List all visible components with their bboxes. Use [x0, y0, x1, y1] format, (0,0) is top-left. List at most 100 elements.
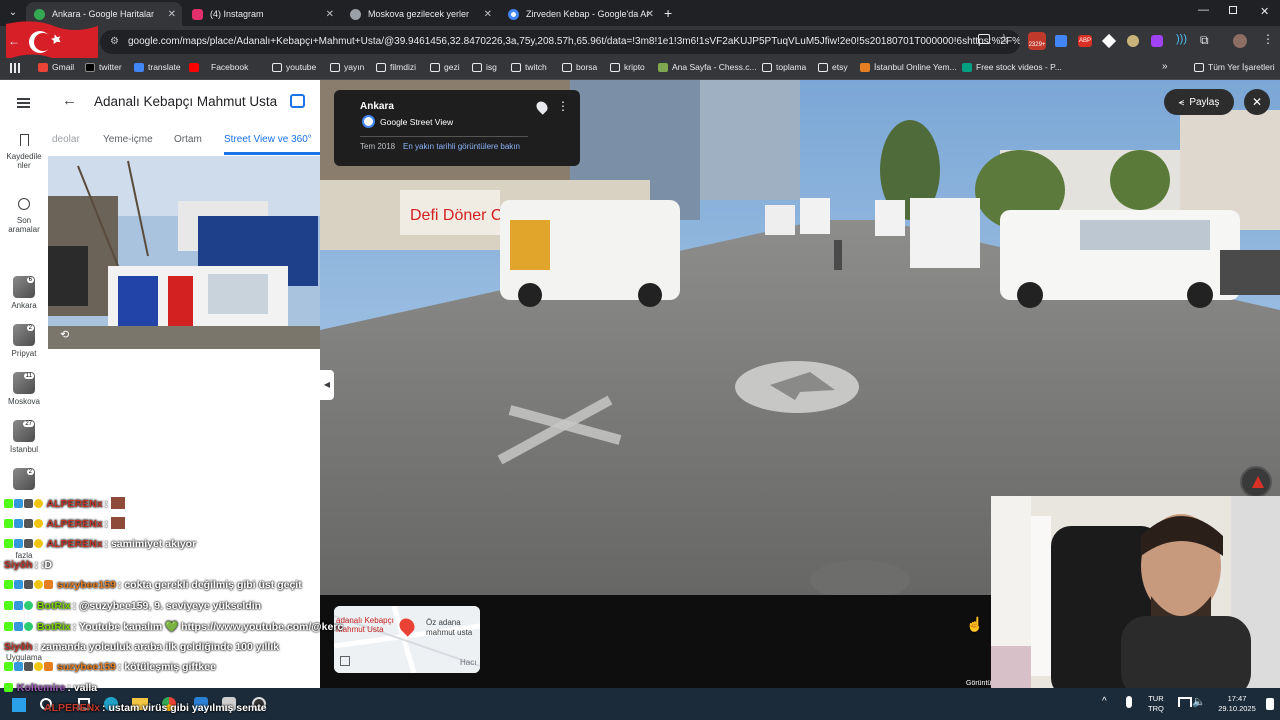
chat-message: Siyôh: zamanda yolculuk araba ilk geldiğ…: [4, 641, 280, 653]
close-icon[interactable]: ✕: [168, 9, 176, 20]
maximize-icon[interactable]: [1229, 6, 1237, 14]
bookmark-toplama[interactable]: toplama: [762, 62, 806, 72]
bookmark-twitter[interactable]: twitter: [85, 62, 122, 72]
browser-tab-bar: ⌄ Ankara - Google Haritalar ✕ (4) Instag…: [0, 0, 1280, 26]
mini-map[interactable]: adanalı Kebapçı Mahmut Usta Öz adana mah…: [334, 606, 480, 673]
chevron-up-icon[interactable]: ^: [1102, 696, 1107, 707]
tab-moskova[interactable]: Moskova gezilecek yerler ✕: [342, 2, 498, 26]
tab-instagram[interactable]: (4) Instagram ✕: [184, 2, 340, 26]
pripyat-thumbnail: 2: [13, 324, 35, 346]
fork-icon: [860, 62, 870, 72]
rail-recent[interactable]: Son aramalar: [0, 198, 48, 234]
collapse-panel-button[interactable]: ◀: [320, 370, 334, 400]
owl-ext-icon[interactable]: [1127, 35, 1139, 47]
more-options-icon[interactable]: ⋮: [557, 99, 569, 113]
puzzle-icon[interactable]: ⧉: [1200, 33, 1209, 48]
folder-icon: [330, 62, 340, 72]
bookmark-star-icon[interactable]: ☆: [998, 31, 1010, 47]
bookmark-pexels[interactable]: Free stock videos - P...: [962, 62, 1062, 72]
bookmark-borsa[interactable]: borsa: [562, 62, 597, 72]
folder-icon: [472, 62, 482, 72]
folder-icon: [511, 62, 521, 72]
chat-message: ALPERENx: ustam virüs gibi yayılmış semt…: [44, 702, 267, 714]
network-icon[interactable]: [1178, 697, 1192, 707]
bookmark-gezi[interactable]: gezi: [430, 62, 460, 72]
tab-videos[interactable]: deolar: [52, 134, 80, 145]
url-field[interactable]: ⚙ google.com/maps/place/Adanalı+Kebapçı+…: [100, 30, 1020, 54]
purple-ext-icon[interactable]: [1151, 35, 1163, 47]
profile-avatar[interactable]: [1233, 34, 1247, 48]
pexels-icon: [962, 62, 972, 72]
chevron-right-icon[interactable]: »: [1162, 61, 1168, 72]
rail-ankara[interactable]: 6 Ankara: [0, 276, 48, 310]
bookmark-all[interactable]: Tüm Yer İşaretleri: [1194, 62, 1275, 72]
share-button[interactable]: ⪪ Paylaş: [1164, 89, 1234, 115]
windows-start-icon[interactable]: [12, 698, 26, 712]
bookmark-youtube[interactable]: youtube: [272, 62, 316, 72]
bookmark-chess[interactable]: Ana Sayfa - Chess.c...: [658, 62, 757, 72]
rail-more-list[interactable]: 2: [0, 468, 48, 493]
street-view-thumbnail[interactable]: ⟲: [48, 156, 320, 349]
rail-saved[interactable]: Kaydedile nler: [0, 134, 48, 170]
folder-icon: [272, 62, 282, 72]
adblock-ext-icon[interactable]: ABP: [1078, 35, 1092, 47]
newer-images-link[interactable]: En yakın tarihli görüntülere bakın: [403, 142, 520, 151]
tab-vibe[interactable]: Ortam: [174, 134, 202, 145]
bookmark-translate[interactable]: translate: [134, 62, 181, 72]
360-icon[interactable]: ⟲: [60, 328, 69, 341]
rail-istanbul[interactable]: 27 İstanbul: [0, 420, 48, 454]
rail-pripyat[interactable]: 2 Pripyat: [0, 324, 48, 358]
bookmark-etsy[interactable]: etsy: [818, 62, 848, 72]
wave-ext-icon[interactable]: ))): [1176, 33, 1187, 45]
bookmark-gmail[interactable]: Gmail: [38, 62, 74, 72]
location-title: Ankara: [360, 101, 394, 112]
rail-moskova[interactable]: 11 Moskova: [0, 372, 48, 406]
bookmark-isg[interactable]: isg: [472, 62, 497, 72]
folder-icon: [818, 62, 828, 72]
site-info-icon[interactable]: ⚙: [110, 30, 119, 54]
chat-message: Koltemire: valla: [4, 682, 97, 694]
clock[interactable]: 17:47 29.10.2025: [1212, 694, 1262, 714]
provider-label: Google Street View: [380, 117, 454, 127]
install-app-icon[interactable]: [978, 34, 990, 44]
bookmark-istanbul-online[interactable]: İstanbul Online Yem...: [860, 62, 957, 72]
extension-badge-icon[interactable]: 2329+: [1028, 32, 1046, 50]
mic-icon[interactable]: [1126, 696, 1132, 708]
compass-icon[interactable]: [1240, 466, 1272, 498]
close-icon[interactable]: ✕: [484, 9, 492, 20]
bookmark-yayin[interactable]: yayın: [330, 62, 364, 72]
add-photo-icon[interactable]: [290, 94, 305, 108]
back-arrow-icon[interactable]: ←: [8, 34, 20, 48]
moskova-thumbnail: 11: [13, 372, 35, 394]
window-close-icon[interactable]: ✕: [1260, 5, 1269, 18]
active-tab-underline: [224, 152, 320, 155]
chat-message: ALPERENx:: [4, 497, 125, 510]
notification-icon[interactable]: [1266, 698, 1274, 710]
minimap-corner-label: Hacı: [460, 658, 477, 667]
back-arrow-icon[interactable]: ←: [62, 92, 77, 109]
volume-icon[interactable]: 🔈: [1192, 695, 1206, 708]
diamond-ext-icon[interactable]: [1101, 33, 1117, 49]
minimize-icon[interactable]: —: [1198, 4, 1209, 16]
tab-food[interactable]: Yeme-içme: [103, 134, 153, 145]
tab-zirveden-kebap[interactable]: Zirveden Kebap - Google'da Ar ✕: [500, 2, 660, 26]
location-pin-icon[interactable]: [534, 99, 550, 115]
close-icon[interactable]: ✕: [326, 9, 334, 20]
street-photo: [48, 156, 320, 349]
history-icon: [18, 198, 30, 210]
bookmark-facebook[interactable]: Facebook: [189, 62, 248, 72]
menu-dots-icon[interactable]: ⋮: [1262, 32, 1274, 46]
apps-grid-icon[interactable]: [10, 63, 20, 73]
close-icon[interactable]: ✕: [646, 9, 654, 20]
bookmark-twitch[interactable]: twitch: [511, 62, 547, 72]
plus-icon[interactable]: +: [664, 5, 672, 21]
language-indicator[interactable]: TUR TRQ: [1148, 694, 1164, 714]
folder-icon: [562, 62, 572, 72]
bookmark-filmdizi[interactable]: filmdizi: [376, 62, 416, 72]
translate-ext-icon[interactable]: [1055, 35, 1067, 47]
bookmark-kripto[interactable]: kripto: [610, 62, 645, 72]
close-street-view-button[interactable]: ✕: [1244, 89, 1270, 115]
tab-street-view[interactable]: Street View ve 360°: [224, 134, 312, 145]
hamburger-menu-icon[interactable]: [17, 98, 30, 108]
expand-icon[interactable]: [340, 656, 350, 666]
